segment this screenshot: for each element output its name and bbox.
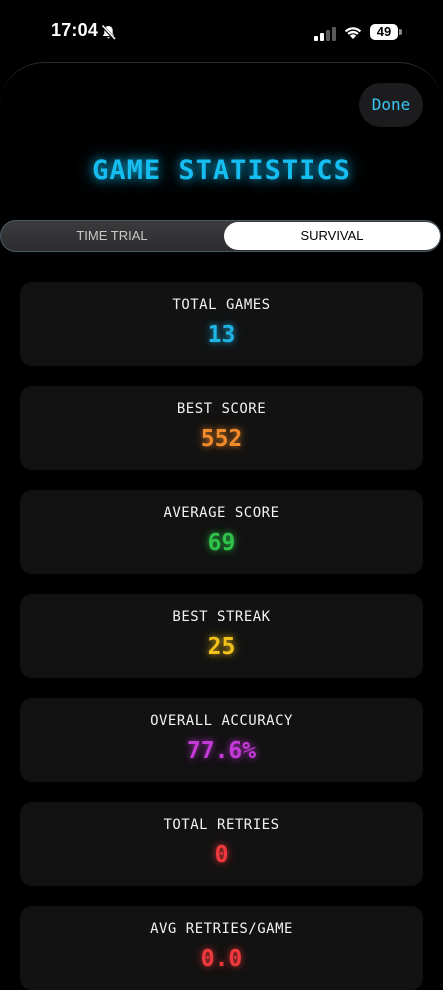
status-time: 17:04	[51, 20, 99, 40]
battery-cap	[399, 29, 402, 35]
tab-survival[interactable]: SURVIVAL	[224, 222, 440, 250]
battery-icon: 49	[370, 24, 403, 40]
stat-card-best-score: BEST SCORE 552	[20, 386, 423, 470]
wifi-icon	[343, 24, 363, 40]
stat-card-best-streak: BEST STREAK 25	[20, 594, 423, 678]
stat-label: AVERAGE SCORE	[163, 505, 280, 521]
stat-label: OVERALL ACCURACY	[150, 713, 293, 729]
bell-slash-icon	[100, 24, 117, 41]
page-title: GAME STATISTICS	[92, 155, 351, 186]
stat-value: 25	[207, 634, 236, 660]
stat-card-overall-accuracy: OVERALL ACCURACY 77.6%	[20, 698, 423, 782]
stat-value: 552	[200, 426, 243, 452]
tab-time-trial[interactable]: TIME TRIAL	[1, 221, 223, 251]
stat-label: BEST SCORE	[176, 401, 267, 417]
stat-value: 13	[207, 322, 236, 348]
done-button[interactable]: Done	[359, 83, 423, 127]
stat-card-total-games: TOTAL GAMES 13	[20, 282, 423, 366]
stat-card-total-retries: TOTAL RETRIES 0	[20, 802, 423, 886]
stat-card-average-score: AVERAGE SCORE 69	[20, 490, 423, 574]
stat-label: TOTAL GAMES	[172, 297, 271, 313]
stat-card-avg-retries-per-game: AVG RETRIES/GAME 0.0	[20, 906, 423, 990]
mode-segmented-control: TIME TRIAL SURVIVAL	[0, 220, 441, 252]
stat-label: TOTAL RETRIES	[163, 817, 280, 833]
stat-value: 77.6%	[186, 738, 257, 764]
stat-value: 0	[214, 842, 229, 868]
stat-value: 69	[207, 530, 236, 556]
stat-label: BEST STREAK	[172, 609, 271, 625]
stat-label: AVG RETRIES/GAME	[150, 921, 293, 937]
status-bar: 17:04 49	[0, 0, 443, 62]
cellular-signal-icon	[314, 26, 336, 41]
stat-value: 0.0	[200, 946, 243, 972]
battery-level: 49	[370, 24, 398, 40]
